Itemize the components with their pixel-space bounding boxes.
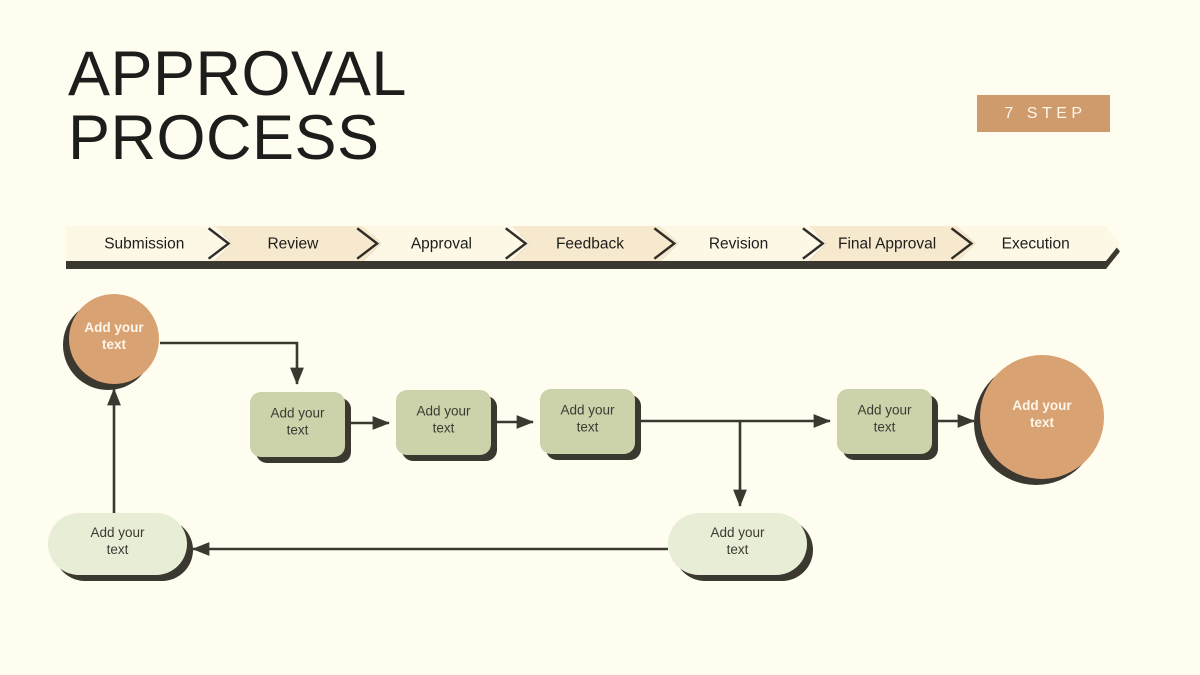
slide-canvas: APPROVAL PROCESS 7 STEP Submission Review… xyxy=(0,0,1200,675)
flow-diagram: Add your textAdd your textAdd your textAdd … xyxy=(48,294,1104,581)
